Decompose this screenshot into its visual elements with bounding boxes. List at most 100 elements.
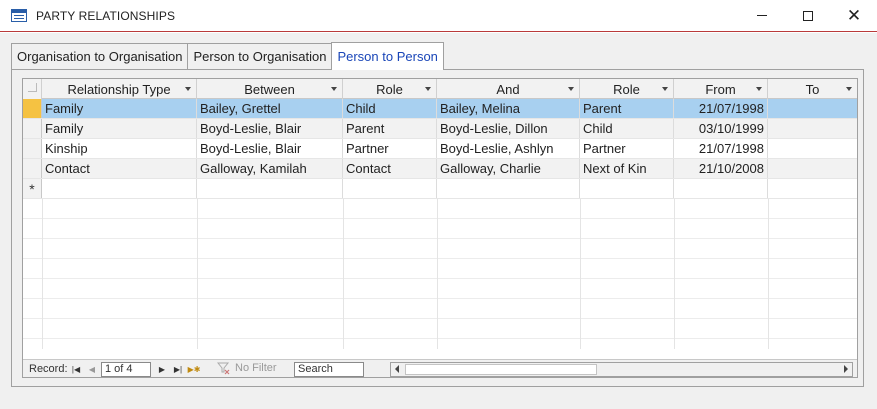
dropdown-arrow-icon[interactable] bbox=[756, 87, 762, 91]
new-record-nav-icon[interactable]: ▶✱ bbox=[188, 363, 201, 375]
cell-and[interactable]: Bailey, Melina bbox=[437, 99, 580, 118]
scroll-right-icon[interactable] bbox=[844, 365, 848, 373]
dropdown-arrow-icon[interactable] bbox=[568, 87, 574, 91]
last-record-icon[interactable]: ▶| bbox=[173, 363, 183, 375]
form-body: Organisation to Organisation Person to O… bbox=[0, 33, 877, 409]
cell-from[interactable]: 21/10/2008 bbox=[674, 159, 768, 178]
maximize-icon bbox=[803, 10, 813, 21]
cell-between[interactable]: Galloway, Kamilah bbox=[197, 159, 343, 178]
record-position-input[interactable]: 1 of 4 bbox=[101, 362, 151, 377]
tab-person-to-person[interactable]: Person to Person bbox=[331, 42, 444, 70]
cell-and[interactable]: Boyd-Leslie, Ashlyn bbox=[437, 139, 580, 158]
cell-from[interactable] bbox=[674, 179, 768, 198]
dropdown-arrow-icon[interactable] bbox=[846, 87, 852, 91]
column-header-label: Between bbox=[244, 81, 295, 97]
cell-relationship-type[interactable] bbox=[42, 179, 197, 198]
tab-panel: Relationship Type Between Role And Role bbox=[11, 69, 864, 387]
table-row[interactable]: Family Boyd-Leslie, Blair Parent Boyd-Le… bbox=[23, 119, 857, 139]
filter-icon bbox=[216, 361, 231, 375]
cell-role[interactable]: Contact bbox=[343, 159, 437, 178]
minimize-button[interactable] bbox=[739, 0, 785, 31]
cell-role-2[interactable]: Child bbox=[580, 119, 674, 138]
horizontal-scrollbar[interactable] bbox=[390, 362, 853, 377]
table-row[interactable]: Kinship Boyd-Leslie, Blair Partner Boyd-… bbox=[23, 139, 857, 159]
datasheet: Relationship Type Between Role And Role bbox=[22, 78, 858, 378]
cell-to[interactable] bbox=[768, 159, 857, 178]
tab-organisation-to-organisation[interactable]: Organisation to Organisation bbox=[11, 43, 189, 69]
column-header-to[interactable]: To bbox=[768, 79, 857, 99]
cell-relationship-type[interactable]: Family bbox=[42, 119, 197, 138]
column-header-label: From bbox=[705, 81, 736, 97]
table-body: Family Bailey, Grettel Child Bailey, Mel… bbox=[23, 99, 857, 199]
select-all-corner[interactable] bbox=[23, 79, 42, 99]
cell-from[interactable]: 21/07/1998 bbox=[674, 99, 768, 118]
cell-role[interactable]: Child bbox=[343, 99, 437, 118]
cell-role-2[interactable]: Next of Kin bbox=[580, 159, 674, 178]
scroll-thumb[interactable] bbox=[405, 364, 597, 375]
cell-between[interactable]: Bailey, Grettel bbox=[197, 99, 343, 118]
cell-role[interactable]: Parent bbox=[343, 119, 437, 138]
cell-from[interactable]: 21/07/1998 bbox=[674, 139, 768, 158]
record-navigation-bar: Record: |◀ ◀ 1 of 4 ▶ ▶| ▶✱ No Filter Se… bbox=[23, 359, 857, 377]
dropdown-arrow-icon[interactable] bbox=[425, 87, 431, 91]
grid-line bbox=[768, 199, 769, 349]
maximize-button[interactable] bbox=[785, 0, 831, 31]
dropdown-arrow-icon[interactable] bbox=[662, 87, 668, 91]
column-header-label: Relationship Type bbox=[67, 81, 171, 97]
cell-between[interactable] bbox=[197, 179, 343, 198]
column-header-label: Role bbox=[613, 81, 640, 97]
cell-between[interactable]: Boyd-Leslie, Blair bbox=[197, 119, 343, 138]
form-icon bbox=[11, 9, 27, 22]
column-header-between[interactable]: Between bbox=[197, 79, 343, 99]
column-header-relationship-type[interactable]: Relationship Type bbox=[42, 79, 197, 99]
close-button[interactable]: ✕ bbox=[831, 0, 877, 31]
search-input[interactable]: Search bbox=[294, 362, 364, 377]
cell-from[interactable]: 03/10/1999 bbox=[674, 119, 768, 138]
cell-and[interactable]: Boyd-Leslie, Dillon bbox=[437, 119, 580, 138]
cell-to[interactable] bbox=[768, 139, 857, 158]
column-header-label: And bbox=[496, 81, 520, 97]
new-record-row[interactable]: * bbox=[23, 179, 857, 199]
cell-to[interactable] bbox=[768, 179, 857, 198]
cell-relationship-type[interactable]: Family bbox=[42, 99, 197, 118]
cell-between[interactable]: Boyd-Leslie, Blair bbox=[197, 139, 343, 158]
cell-role-2[interactable]: Partner bbox=[580, 139, 674, 158]
grid-line bbox=[343, 199, 344, 349]
row-selector[interactable] bbox=[23, 119, 42, 138]
cell-to[interactable] bbox=[768, 119, 857, 138]
column-header-role-2[interactable]: Role bbox=[580, 79, 674, 99]
column-header-from[interactable]: From bbox=[674, 79, 768, 99]
table-row[interactable]: Contact Galloway, Kamilah Contact Gallow… bbox=[23, 159, 857, 179]
tab-strip: Organisation to Organisation Person to O… bbox=[11, 42, 444, 70]
cell-role[interactable] bbox=[343, 179, 437, 198]
empty-grid-area bbox=[23, 199, 857, 349]
next-record-icon[interactable]: ▶ bbox=[157, 363, 167, 375]
row-selector[interactable] bbox=[23, 139, 42, 158]
dropdown-arrow-icon[interactable] bbox=[185, 87, 191, 91]
scroll-left-icon[interactable] bbox=[395, 365, 399, 373]
cell-and[interactable]: Galloway, Charlie bbox=[437, 159, 580, 178]
no-filter-label: No Filter bbox=[235, 362, 277, 374]
cell-and[interactable] bbox=[437, 179, 580, 198]
row-selector[interactable] bbox=[23, 159, 42, 178]
cell-relationship-type[interactable]: Kinship bbox=[42, 139, 197, 158]
tab-person-to-organisation[interactable]: Person to Organisation bbox=[187, 43, 333, 69]
column-header-label: Role bbox=[376, 81, 403, 97]
column-header-and[interactable]: And bbox=[437, 79, 580, 99]
cell-to[interactable] bbox=[768, 99, 857, 118]
cell-role-2[interactable] bbox=[580, 179, 674, 198]
corner-triangle-icon bbox=[28, 83, 37, 92]
column-header-role[interactable]: Role bbox=[343, 79, 437, 99]
cell-relationship-type[interactable]: Contact bbox=[42, 159, 197, 178]
dropdown-arrow-icon[interactable] bbox=[331, 87, 337, 91]
column-header-row: Relationship Type Between Role And Role bbox=[23, 79, 857, 99]
window-title: PARTY RELATIONSHIPS bbox=[36, 9, 176, 23]
title-bar: PARTY RELATIONSHIPS ✕ bbox=[0, 0, 877, 32]
cell-role-2[interactable]: Parent bbox=[580, 99, 674, 118]
first-record-icon[interactable]: |◀ bbox=[71, 363, 81, 375]
previous-record-icon[interactable]: ◀ bbox=[87, 363, 97, 375]
cell-role[interactable]: Partner bbox=[343, 139, 437, 158]
row-selector[interactable] bbox=[23, 99, 42, 118]
no-filter-button[interactable]: No Filter bbox=[216, 361, 277, 375]
table-row[interactable]: Family Bailey, Grettel Child Bailey, Mel… bbox=[23, 99, 857, 119]
